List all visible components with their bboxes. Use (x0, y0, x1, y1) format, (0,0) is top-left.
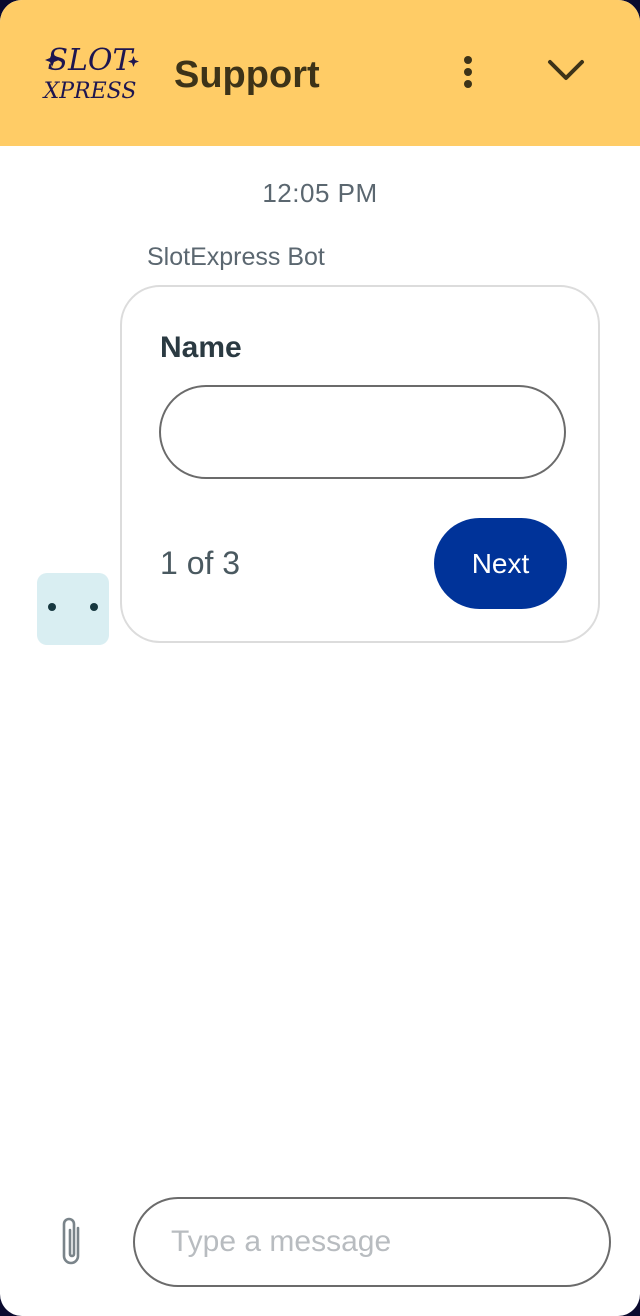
message-input[interactable] (133, 1197, 611, 1287)
message-timestamp: 12:05 PM (262, 178, 378, 208)
more-vertical-icon[interactable] (452, 52, 484, 92)
chat-widget: SLOT XPRESS Support 12:05 PM SlotExpress… (0, 0, 640, 1316)
bot-face-icon (37, 573, 109, 645)
sender-name: SlotExpress Bot (147, 243, 325, 271)
logo-text-top: SLOT (47, 43, 134, 78)
name-field-label: Name (160, 331, 242, 364)
header-title: Support (174, 54, 320, 96)
form-pager: 1 of 3 (160, 545, 241, 581)
logo-text-bottom: XPRESS (42, 79, 137, 104)
chevron-down-icon[interactable] (540, 52, 592, 92)
next-button[interactable]: Next (434, 518, 567, 609)
name-field[interactable] (159, 385, 566, 479)
paperclip-icon[interactable] (52, 1214, 92, 1270)
brand-logo: SLOT XPRESS (40, 40, 144, 106)
chat-header: SLOT XPRESS Support (0, 0, 640, 146)
form-card: Name 1 of 3 Next (120, 285, 600, 643)
